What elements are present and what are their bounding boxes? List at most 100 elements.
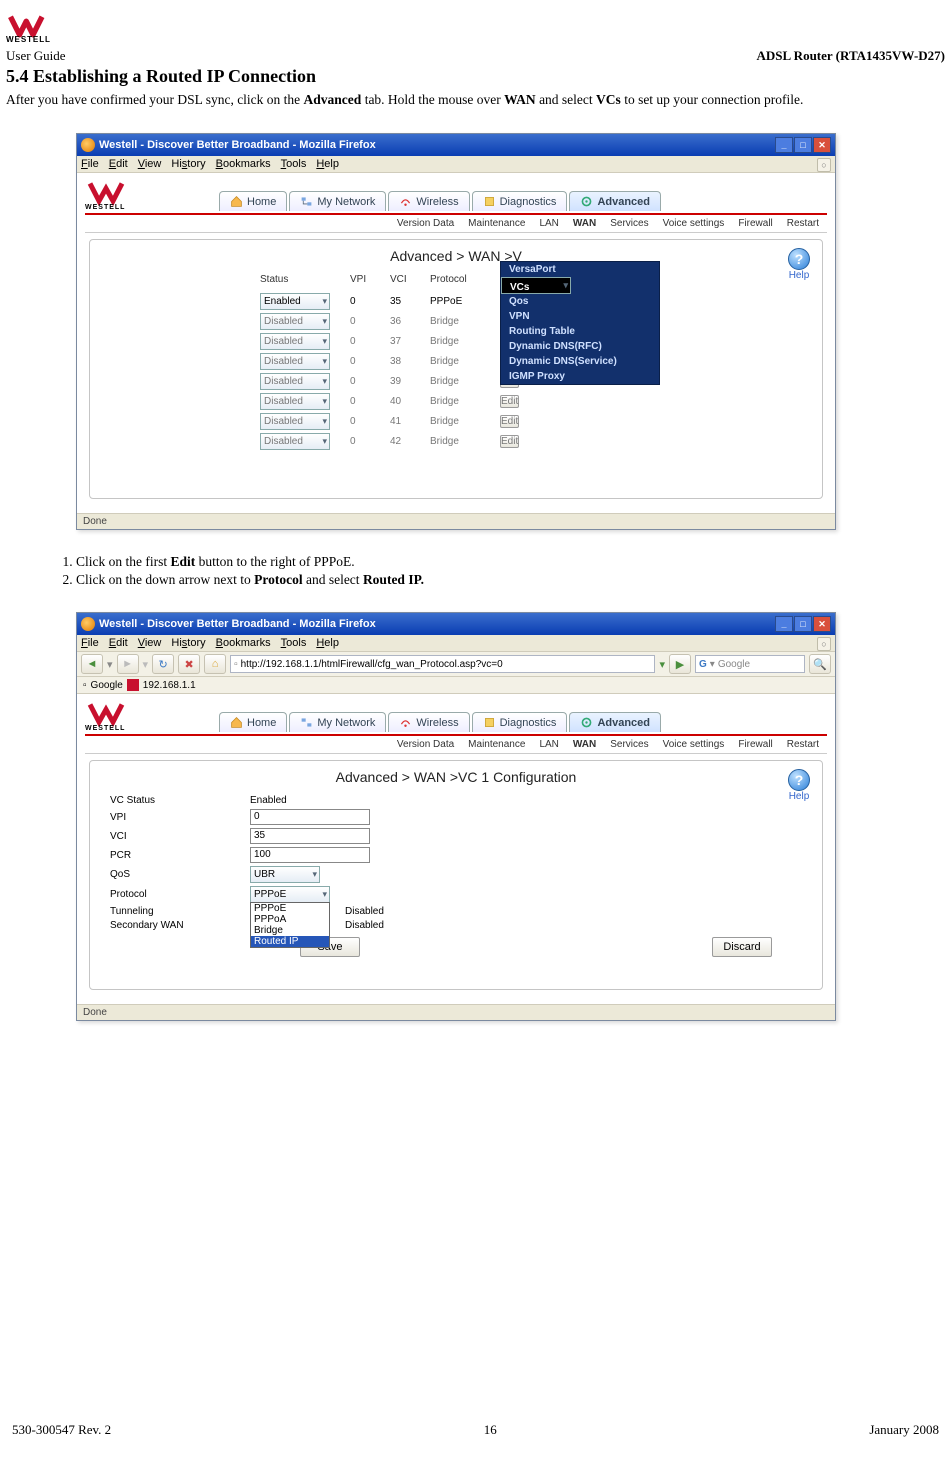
menu-qos[interactable]: Qos [501, 294, 659, 309]
status-select[interactable]: Disabled [260, 353, 330, 370]
bookmark-ip[interactable]: 192.168.1.1 [143, 680, 196, 691]
menu-history[interactable]: History [171, 637, 205, 649]
tab-diagnostics[interactable]: Diagnostics [472, 712, 568, 732]
cell-vci: 41 [390, 416, 430, 427]
menu-history[interactable]: History [171, 158, 205, 170]
input-vci[interactable]: 35 [250, 828, 370, 844]
reload-button[interactable]: ↻ [152, 654, 174, 674]
subtab-wan[interactable]: WAN [573, 218, 596, 229]
menu-vcs[interactable]: VCs [501, 277, 571, 294]
search-bar[interactable]: G▾ Google [695, 655, 805, 673]
menu-routing-table[interactable]: Routing Table [501, 324, 659, 339]
menu-versaport[interactable]: VersaPort [501, 262, 659, 277]
cell-vpi: 0 [350, 416, 390, 427]
input-pcr[interactable]: 100 [250, 847, 370, 863]
subtab-firewall[interactable]: Firewall [738, 218, 772, 229]
menu-edit[interactable]: Edit [109, 158, 128, 170]
select-qos[interactable]: UBR [250, 866, 320, 883]
close-button[interactable]: ✕ [813, 137, 831, 153]
subtab-wan[interactable]: WAN [573, 739, 596, 750]
subtab-maintenance[interactable]: Maintenance [468, 218, 525, 229]
subtab-voice[interactable]: Voice settings [663, 218, 725, 229]
subtab-version[interactable]: Version Data [397, 218, 454, 229]
go-button[interactable]: ▶ [669, 654, 691, 674]
menu-help[interactable]: Help [316, 637, 339, 649]
subtab-services[interactable]: Services [610, 218, 648, 229]
tab-close-icon[interactable]: ○ [817, 637, 831, 651]
help-link[interactable]: ?Help [788, 769, 810, 802]
opt-pppoa[interactable]: PPPoA [251, 914, 329, 925]
status-select[interactable]: Enabled [260, 293, 330, 310]
cell-vpi: 0 [350, 316, 390, 327]
tab-advanced[interactable]: Advanced [569, 191, 661, 211]
subtab-restart[interactable]: Restart [787, 739, 819, 750]
cell-vci: 36 [390, 316, 430, 327]
back-button[interactable]: ◄ [81, 654, 103, 674]
menu-tools[interactable]: Tools [281, 637, 307, 649]
stop-button[interactable]: ✖ [178, 654, 200, 674]
status-select[interactable]: Disabled [260, 413, 330, 430]
subtab-lan[interactable]: LAN [539, 218, 558, 229]
minimize-button[interactable]: _ [775, 616, 793, 632]
tab-close-icon[interactable]: ○ [817, 158, 831, 172]
edit-button[interactable]: Edit [500, 415, 519, 428]
menu-file[interactable]: File [81, 637, 99, 649]
menu-view[interactable]: View [138, 637, 162, 649]
select-protocol[interactable]: PPPoE [250, 886, 330, 903]
subtab-version[interactable]: Version Data [397, 739, 454, 750]
col-protocol: Protocol [430, 274, 500, 285]
step-2: Click on the down arrow next to Protocol… [76, 572, 945, 588]
menu-ddns-rfc[interactable]: Dynamic DNS(RFC) [501, 339, 659, 354]
maximize-button[interactable]: □ [794, 137, 812, 153]
tab-my-network[interactable]: My Network [289, 712, 386, 732]
subtab-voice[interactable]: Voice settings [663, 739, 725, 750]
address-bar[interactable]: ▫http://192.168.1.1/htmlFirewall/cfg_wan… [230, 655, 655, 673]
subtab-maintenance[interactable]: Maintenance [468, 739, 525, 750]
close-button[interactable]: ✕ [813, 616, 831, 632]
subtab-services[interactable]: Services [610, 739, 648, 750]
status-select[interactable]: Disabled [260, 393, 330, 410]
subtab-restart[interactable]: Restart [787, 218, 819, 229]
tab-home[interactable]: Home [219, 712, 287, 732]
menu-help[interactable]: Help [316, 158, 339, 170]
edit-button[interactable]: Edit [500, 435, 519, 448]
status-select[interactable]: Disabled [260, 373, 330, 390]
tab-advanced[interactable]: Advanced [569, 712, 661, 732]
tab-diagnostics[interactable]: Diagnostics [472, 191, 568, 211]
tab-home[interactable]: Home [219, 191, 287, 211]
menu-tools[interactable]: Tools [281, 158, 307, 170]
status-select[interactable]: Disabled [260, 333, 330, 350]
edit-button[interactable]: Edit [500, 395, 519, 408]
input-vpi[interactable]: 0 [250, 809, 370, 825]
menu-bookmarks[interactable]: Bookmarks [216, 158, 271, 170]
menu-file[interactable]: File [81, 158, 99, 170]
home-button[interactable]: ⌂ [204, 654, 226, 674]
menu-view[interactable]: View [138, 158, 162, 170]
cell-vpi: 0 [350, 396, 390, 407]
forward-button[interactable]: ► [117, 654, 139, 674]
menu-bookmarks[interactable]: Bookmarks [216, 637, 271, 649]
subtab-firewall[interactable]: Firewall [738, 739, 772, 750]
col-vci: VCI [390, 274, 430, 285]
tab-wireless[interactable]: Wireless [388, 712, 469, 732]
status-select[interactable]: Disabled [260, 313, 330, 330]
panel-vcs: ?Help Advanced > WAN >V VersaPort VCs Qo… [89, 239, 823, 499]
search-go-icon[interactable]: 🔍 [809, 654, 831, 674]
bookmark-google[interactable]: Google [91, 680, 123, 691]
menu-vpn[interactable]: VPN [501, 309, 659, 324]
subtab-lan[interactable]: LAN [539, 739, 558, 750]
status-select[interactable]: Disabled [260, 433, 330, 450]
opt-bridge[interactable]: Bridge [251, 925, 329, 936]
menubar: File Edit View History Bookmarks Tools H… [77, 156, 835, 173]
minimize-button[interactable]: _ [775, 137, 793, 153]
maximize-button[interactable]: □ [794, 616, 812, 632]
discard-button[interactable]: Discard [712, 937, 772, 957]
cell-proto: Bridge [430, 376, 500, 387]
opt-routed-ip[interactable]: Routed IP [251, 936, 329, 947]
menu-edit[interactable]: Edit [109, 637, 128, 649]
tab-my-network[interactable]: My Network [289, 191, 386, 211]
menu-ddns-service[interactable]: Dynamic DNS(Service) [501, 354, 659, 369]
opt-pppoe[interactable]: PPPoE [251, 903, 329, 914]
tab-wireless[interactable]: Wireless [388, 191, 469, 211]
menu-igmp-proxy[interactable]: IGMP Proxy [501, 369, 659, 384]
